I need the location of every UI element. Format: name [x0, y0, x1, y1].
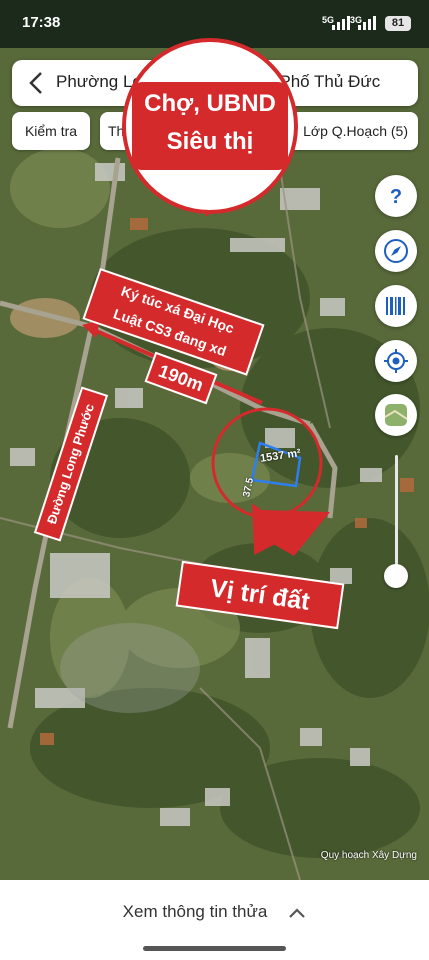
- locate-icon: [384, 349, 408, 373]
- chevron-up-icon[interactable]: [288, 906, 306, 920]
- check-button[interactable]: Kiểm tra: [12, 112, 90, 150]
- compass-icon: [384, 239, 408, 263]
- view-parcel-info-label[interactable]: Xem thông tin thửa: [0, 902, 390, 922]
- signal-icon: [332, 16, 352, 30]
- help-icon: ?: [390, 186, 402, 208]
- opacity-slider-thumb[interactable]: [384, 564, 408, 588]
- amenities-callout: Chợ, UBND Siêu thị: [122, 38, 298, 214]
- home-indicator: [143, 946, 286, 951]
- barcode-button[interactable]: [375, 285, 417, 327]
- callout-line-1: Chợ, UBND: [144, 90, 276, 117]
- map-layer-button[interactable]: [375, 394, 417, 436]
- barcode-icon: [386, 297, 405, 315]
- help-button[interactable]: ?: [375, 175, 417, 217]
- locate-button[interactable]: [375, 340, 417, 382]
- svg-text:?: ?: [390, 186, 402, 208]
- status-time: 17:38: [22, 14, 61, 31]
- back-arrow-icon[interactable]: [24, 70, 50, 96]
- callout-line-2: Siêu thị: [166, 128, 254, 155]
- map-attribution: Quy hoạch Xây Dựng: [320, 850, 417, 861]
- signal-icon: [358, 16, 378, 30]
- opacity-slider-track[interactable]: [395, 455, 398, 573]
- compass-button[interactable]: [375, 230, 417, 272]
- map-layer-icon: [384, 404, 408, 426]
- battery-icon: 81: [385, 16, 411, 31]
